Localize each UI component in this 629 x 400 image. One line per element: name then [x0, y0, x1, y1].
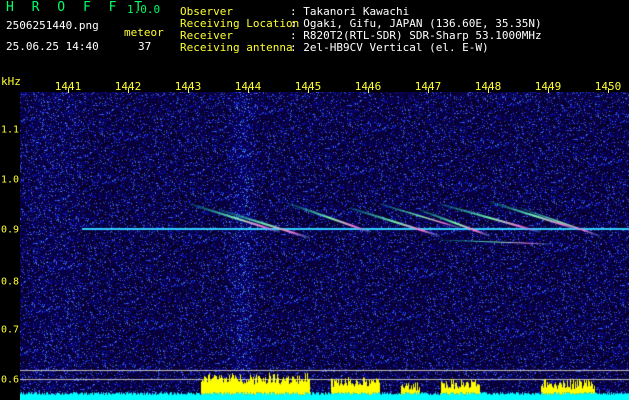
app-title: H R O F F T [6, 0, 148, 15]
app-version: 1.0.0 [127, 3, 161, 16]
file-name: 2506251440.png [6, 19, 99, 32]
time-tick-mark [188, 88, 189, 93]
observation-datetime: 25.06.25 14:40 [6, 40, 99, 53]
time-tick-mark [68, 88, 69, 93]
freq-tick-label: 1.0 [1, 174, 20, 186]
spectrogram-canvas [20, 92, 629, 400]
meteor-label: meteor [124, 26, 164, 39]
time-tick-mark [248, 88, 249, 93]
time-tick-mark [128, 88, 129, 93]
freq-tick-label: 0.9 [1, 224, 20, 236]
time-tick-mark [428, 88, 429, 93]
antenna-value: : 2el-HB9CV Vertical (el. E-W) [290, 41, 489, 54]
time-tick-mark [368, 88, 369, 93]
freq-unit-label: kHz [1, 75, 21, 88]
meteor-count: 37 [138, 40, 152, 53]
freq-tick-label: 1.1 [1, 124, 20, 136]
freq-tick-label: 0.7 [1, 324, 20, 336]
time-tick-mark [608, 88, 609, 93]
hroft-display: H R O F F T 1.0.0 2506251440.png meteor … [0, 0, 629, 400]
antenna-label: Receiving antenna [180, 41, 293, 54]
time-tick-mark [548, 88, 549, 93]
freq-tick-label: 0.6 [1, 374, 20, 386]
time-tick-mark [308, 88, 309, 93]
time-tick-mark [488, 88, 489, 93]
freq-tick-label: 0.8 [1, 276, 20, 288]
